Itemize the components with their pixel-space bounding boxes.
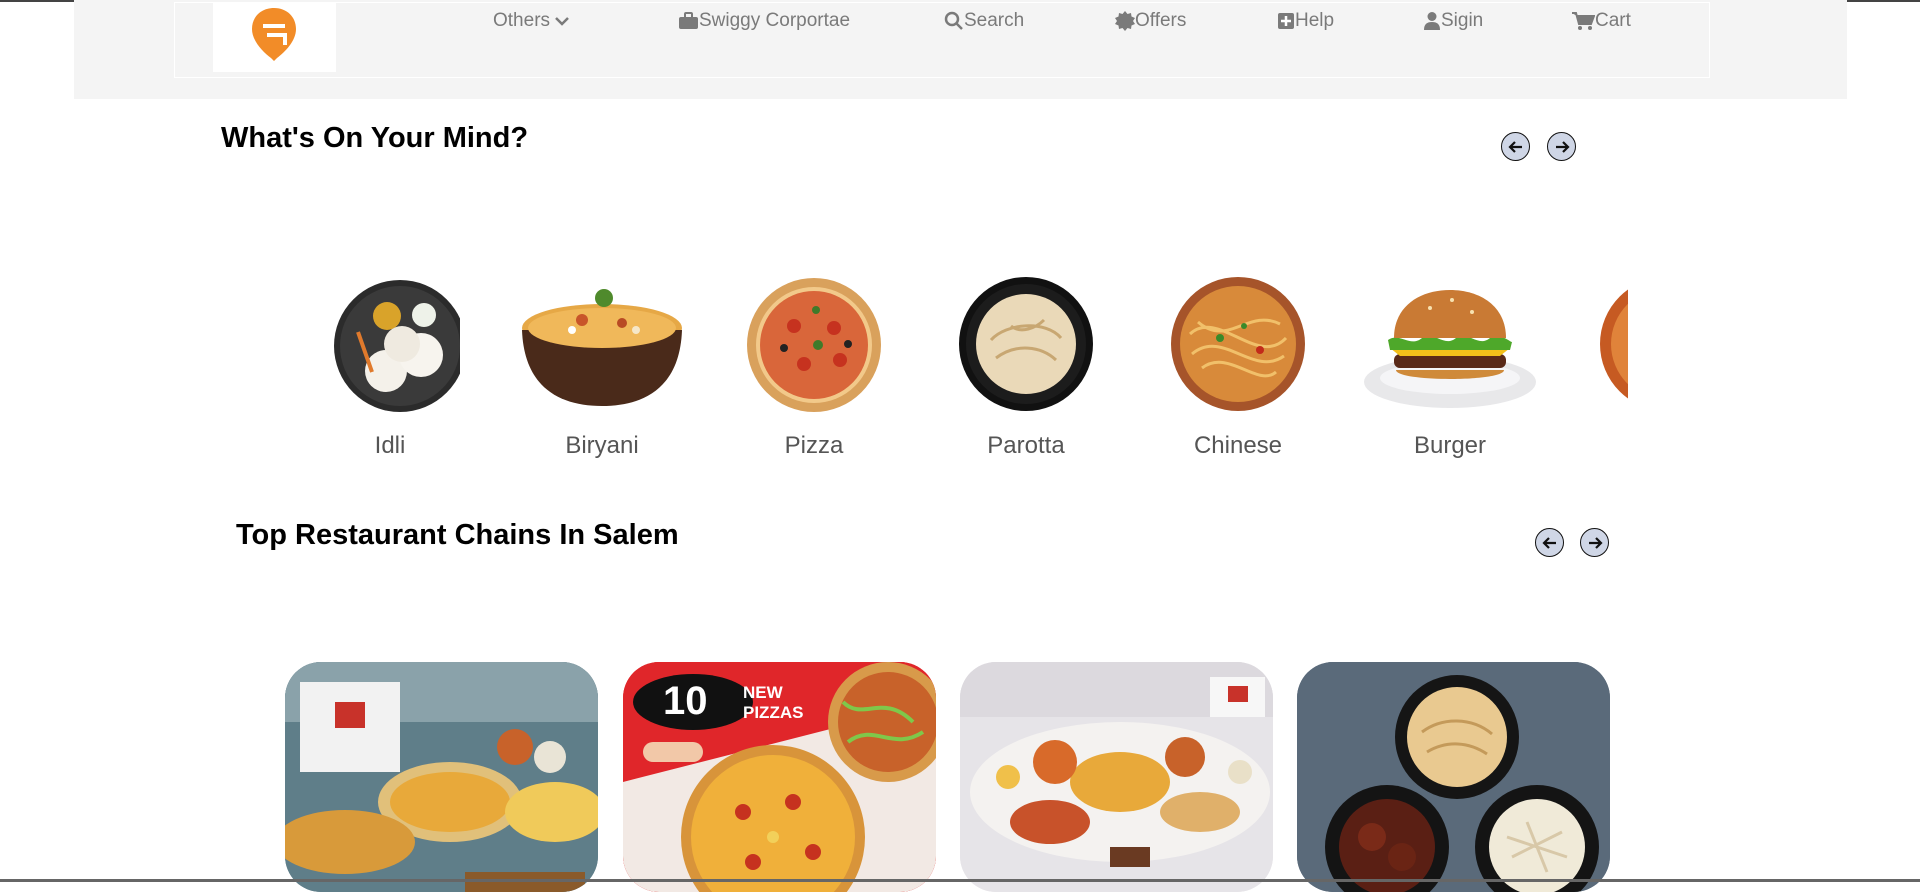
arrow-right-icon bbox=[1555, 140, 1570, 153]
parotta-image bbox=[936, 268, 1116, 418]
nav-search[interactable]: Search bbox=[944, 8, 1024, 34]
nav-swiggy-corporate[interactable]: Swiggy Corportae bbox=[678, 8, 850, 34]
nav-cart-label: Cart bbox=[1595, 10, 1631, 31]
nav-search-label: Search bbox=[964, 10, 1025, 31]
nav-help-label: Help bbox=[1295, 10, 1335, 31]
category-label: Idli bbox=[374, 432, 406, 459]
swiggy-logo-icon bbox=[252, 8, 296, 61]
swiggy-logo[interactable] bbox=[213, 2, 336, 72]
category-item[interactable]: Pizza bbox=[724, 268, 904, 468]
mind-next-button[interactable] bbox=[1547, 132, 1576, 161]
nav-others-label: Others bbox=[493, 10, 551, 31]
restaurant-card[interactable] bbox=[285, 662, 598, 892]
arrow-left-icon bbox=[1541, 536, 1556, 549]
restaurant-image bbox=[1297, 662, 1610, 892]
restaurants-next-button[interactable] bbox=[1580, 528, 1609, 557]
category-item[interactable]: Chinese bbox=[1148, 268, 1328, 468]
arrow-left-icon bbox=[1507, 140, 1522, 153]
mind-prev-button[interactable] bbox=[1501, 132, 1530, 161]
restaurants-section-title: Top Restaurant Chains In Salem bbox=[236, 519, 679, 551]
biryani-image bbox=[512, 268, 692, 418]
category-label: Biryani bbox=[565, 432, 639, 459]
restaurant-card[interactable]: 10 NEW PIZZAS bbox=[623, 662, 936, 892]
plus-square-icon bbox=[1278, 13, 1294, 29]
nav-offers[interactable]: Offers bbox=[1115, 8, 1186, 34]
category-item[interactable]: Idli bbox=[300, 268, 480, 468]
restaurant-card[interactable] bbox=[1297, 662, 1610, 892]
nav-signin[interactable]: Sigin bbox=[1423, 8, 1483, 34]
user-icon bbox=[1424, 12, 1440, 30]
category-label: I bbox=[1572, 432, 1628, 460]
restaurant-image bbox=[960, 662, 1273, 892]
search-icon bbox=[944, 11, 963, 30]
category-label: Chinese bbox=[1193, 432, 1283, 459]
briefcase-icon bbox=[679, 12, 698, 29]
nav-others[interactable]: Others bbox=[493, 8, 574, 34]
chevron-down-icon bbox=[555, 17, 569, 26]
nav-cart[interactable]: Cart bbox=[1572, 8, 1631, 34]
category-item[interactable]: Parotta bbox=[936, 268, 1116, 468]
restaurant-card[interactable] bbox=[960, 662, 1273, 892]
pizza-image bbox=[724, 268, 904, 418]
arrow-right-icon bbox=[1588, 536, 1603, 549]
nav-help[interactable]: Help bbox=[1277, 8, 1334, 34]
category-item[interactable]: Burger bbox=[1360, 268, 1540, 468]
partial-dish-image bbox=[1572, 268, 1628, 418]
offer-badge-icon bbox=[1115, 11, 1135, 31]
chinese-image bbox=[1148, 268, 1328, 418]
promo-text-new: NEW bbox=[743, 683, 784, 702]
idli-image bbox=[300, 268, 480, 418]
burger-image bbox=[1360, 268, 1540, 418]
restaurants-prev-button[interactable] bbox=[1535, 528, 1564, 557]
category-item[interactable]: Biryani bbox=[512, 268, 692, 468]
nav-signin-label: Sigin bbox=[1441, 10, 1484, 31]
category-item[interactable]: I bbox=[1572, 268, 1628, 468]
promo-text-pizzas: PIZZAS bbox=[743, 703, 803, 722]
category-label: Parotta bbox=[987, 432, 1065, 459]
category-label: Burger bbox=[1413, 432, 1487, 459]
mind-category-strip[interactable]: Idli Biryani Pizza Parotta Chinese Burge… bbox=[300, 268, 1628, 468]
restaurant-image: 10 NEW PIZZAS bbox=[623, 662, 936, 892]
cart-icon bbox=[1572, 12, 1595, 30]
nav-swiggy-corporate-label: Swiggy Corportae bbox=[699, 10, 851, 31]
mind-section-title: What's On Your Mind? bbox=[221, 122, 529, 154]
restaurant-image bbox=[285, 662, 598, 892]
category-label: Pizza bbox=[784, 432, 844, 459]
promo-number: 10 bbox=[663, 679, 708, 723]
nav-offers-label: Offers bbox=[1135, 10, 1187, 31]
